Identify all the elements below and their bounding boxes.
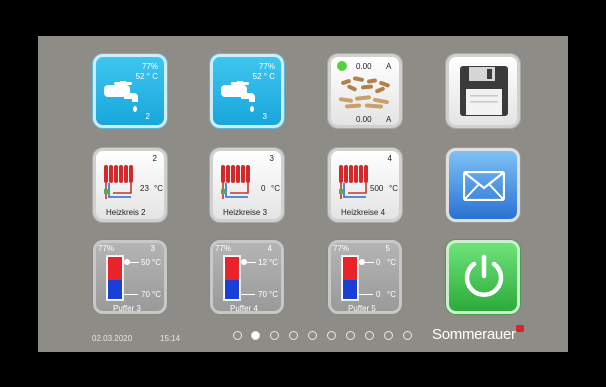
buffer-tank (341, 255, 359, 301)
buffer-label: Puffer 5 (348, 304, 376, 313)
pellet-tile[interactable]: 0.00 A 0.00 A (328, 54, 402, 128)
heating-circuit-unit: °C (271, 184, 280, 193)
buffer-number: 5 (385, 244, 390, 253)
buffer-label: Puffer 4 (230, 304, 258, 313)
save-button[interactable] (446, 54, 520, 128)
faucet-icon (221, 81, 255, 112)
buffer-top-temp: 12 (258, 258, 267, 267)
envelope-icon (463, 171, 505, 201)
heating-circuit-label: Heizkreise 4 (341, 208, 386, 217)
hot-water-number: 3 (262, 112, 267, 121)
buffer-bottom-line (124, 294, 138, 295)
brand-logo: Sommerauer (432, 326, 516, 343)
hot-water-tile-3[interactable]: 77% 52 ° C 3 (210, 54, 284, 128)
pellet-top-unit: A (386, 62, 392, 71)
hot-water-temp: 52 ° C (252, 72, 275, 81)
heating-circuit-number: 3 (269, 154, 274, 163)
page-dot-5[interactable] (308, 331, 317, 340)
heating-circuit-unit: °C (389, 184, 398, 193)
buffer-bottom-temp: 70 (141, 290, 150, 299)
hot-water-number: 2 (145, 112, 150, 121)
buffer-top-line (129, 262, 139, 263)
buffer-bottom-line (359, 294, 373, 295)
heating-circuit-number: 4 (387, 154, 392, 163)
pellet-bottom-unit: A (386, 115, 392, 124)
buffer-number: 4 (267, 244, 272, 253)
power-icon (464, 254, 504, 297)
buffer-top-unit: °C (269, 258, 278, 267)
buffer-bottom-line (241, 294, 255, 295)
buffer-bottom-temp: 0 (376, 290, 381, 299)
page-dot-7[interactable] (346, 331, 355, 340)
pellet-bottom-value: 0.00 (356, 115, 372, 124)
heating-circuit-temp: 23 (140, 184, 149, 193)
heating-circuit-unit: °C (154, 184, 163, 193)
heating-circuit-temp: 500 (370, 184, 384, 193)
heating-circuit-label: Heizkreise 3 (223, 208, 268, 217)
page-dot-1[interactable] (233, 331, 242, 340)
buffer-top-temp: 0 (376, 258, 381, 267)
buffer-tile-4[interactable]: 77% 4 12 °C 70 °C Puffer 4 (210, 240, 284, 314)
buffer-percent: 77% (215, 244, 232, 253)
buffer-top-unit: °C (387, 258, 396, 267)
buffer-top-line (246, 262, 256, 263)
page-dot-10[interactable] (403, 331, 412, 340)
status-indicator-icon (337, 61, 347, 71)
buffer-bottom-temp: 70 (258, 290, 267, 299)
buffer-number: 3 (150, 244, 155, 253)
buffer-tank (106, 255, 124, 301)
buffer-hot-level (225, 257, 239, 280)
buffer-bottom-unit: °C (387, 290, 396, 299)
buffer-top-temp: 50 (141, 258, 150, 267)
page-dot-8[interactable] (365, 331, 374, 340)
buffer-cold-level (343, 280, 357, 299)
heating-circuit-tile-2[interactable]: 2 23 °C Heizkreis 2 (93, 148, 167, 222)
messages-button[interactable] (446, 148, 520, 222)
radiator-icon (221, 165, 250, 199)
heating-circuit-label: Heizkreis 2 (106, 208, 146, 217)
hot-water-percent: 77% (258, 62, 275, 71)
buffer-tile-5[interactable]: 77% 5 0 °C 0 °C Puffer 5 (328, 240, 402, 314)
brand-mark-icon (516, 325, 524, 332)
buffer-bottom-unit: °C (269, 290, 278, 299)
buffer-cold-level (225, 280, 239, 299)
page-dot-6[interactable] (327, 331, 336, 340)
buffer-tank (223, 255, 241, 301)
buffer-cold-level (108, 280, 122, 299)
heating-circuit-number: 2 (152, 154, 157, 163)
wood-pellets-icon (339, 76, 390, 109)
faucet-icon (104, 81, 138, 112)
buffer-hot-level (108, 257, 122, 280)
pellet-top-value: 0.00 (356, 62, 372, 71)
page-dot-3[interactable] (270, 331, 279, 340)
buffer-top-unit: °C (152, 258, 161, 267)
hot-water-percent: 77% (141, 62, 158, 71)
heating-circuit-tile-3[interactable]: 3 0 °C Heizkreise 3 (210, 148, 284, 222)
buffer-percent: 77% (98, 244, 115, 253)
radiator-icon (104, 165, 133, 199)
date-display: 02.03.2020 (92, 334, 133, 343)
page-dot-9[interactable] (384, 331, 393, 340)
page-dot-2[interactable] (251, 331, 260, 340)
buffer-hot-level (343, 257, 357, 280)
heating-circuit-temp: 0 (261, 184, 266, 193)
buffer-top-line (364, 262, 374, 263)
buffer-tile-3[interactable]: 77% 3 50 °C 70 °C Puffer 3 (93, 240, 167, 314)
heating-circuit-tile-4[interactable]: 4 500 °C Heizkreise 4 (328, 148, 402, 222)
floppy-disk-icon (460, 66, 508, 116)
radiator-icon (339, 165, 368, 199)
hot-water-temp: 52 ° C (135, 72, 158, 81)
buffer-percent: 77% (333, 244, 350, 253)
buffer-label: Puffer 3 (113, 304, 141, 313)
hot-water-tile-2[interactable]: 77% 52 ° C 2 (93, 54, 167, 128)
power-button[interactable] (446, 240, 520, 314)
page-dot-4[interactable] (289, 331, 298, 340)
buffer-bottom-unit: °C (152, 290, 161, 299)
time-display: 15:14 (160, 334, 181, 343)
